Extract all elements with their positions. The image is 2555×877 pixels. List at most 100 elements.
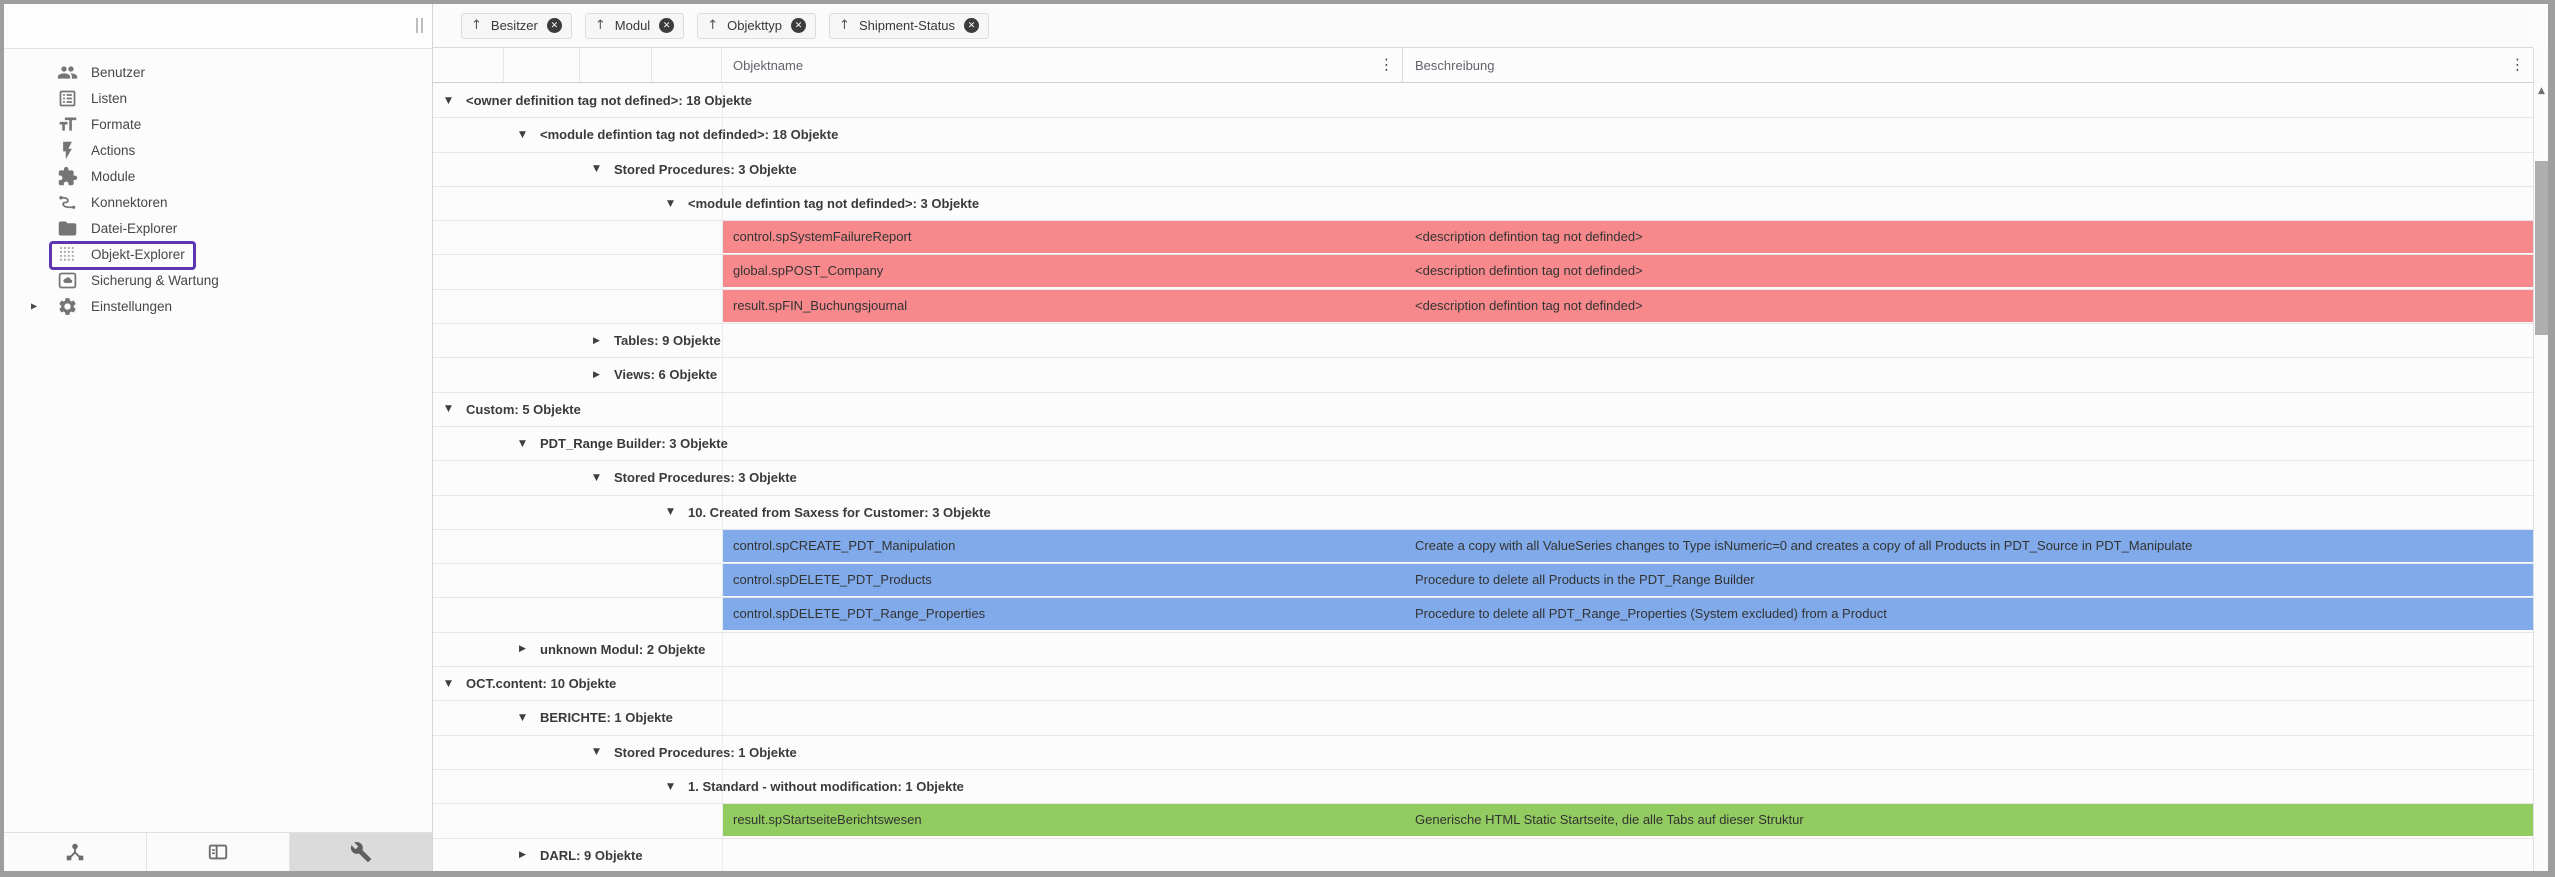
caret-expanded-icon[interactable]: ▼	[667, 199, 674, 209]
row-highlight-band: control.spSystemFailureReport<descriptio…	[723, 221, 2533, 253]
tree-group-row[interactable]: ▼<module defintion tag not definded>: 3 …	[433, 187, 2533, 221]
group-row-label: BERICHTE: 1 Objekte	[540, 701, 673, 734]
object-name-cell: global.spPOST_Company	[733, 255, 883, 287]
sort-ascending-icon: ↑	[595, 19, 606, 32]
tree-leaf-row[interactable]: control.spDELETE_PDT_Range_PropertiesPro…	[433, 598, 2533, 632]
scroll-up-arrow-icon[interactable]: ▲	[2534, 86, 2548, 96]
tree-leaf-row[interactable]: control.spDELETE_PDT_Products Procedure t…	[433, 564, 2533, 598]
caret-expanded-icon[interactable]: ▼	[667, 507, 674, 517]
sidebar-item-actions[interactable]: Actions	[4, 137, 432, 163]
group-row-label: <module defintion tag not definded>: 18 …	[540, 118, 838, 151]
object-description-cell: <description defintion tag not definded>	[1415, 255, 1643, 287]
object-name-cell: control.spDELETE_PDT_Products	[733, 564, 932, 596]
tree-group-row[interactable]: ▼ <module defintion tag not definded>: 18…	[433, 118, 2533, 152]
caret-expanded-icon[interactable]: ▼	[667, 782, 674, 792]
vertical-scrollbar[interactable]: ▲	[2533, 48, 2548, 871]
remove-filter-icon[interactable]: ✕	[547, 18, 562, 33]
group-row-label: Stored Procedures: 1 Objekte	[614, 736, 797, 769]
expand-caret-icon[interactable]: ▶	[31, 302, 37, 311]
group-row-label: PDT_Range Builder: 3 Objekte	[540, 427, 728, 460]
object-name-cell: control.spCREATE_PDT_Manipulation	[733, 530, 955, 562]
sidebar-item-sicherung-wartung[interactable]: Sicherung & Wartung	[4, 267, 432, 293]
group-row-label: OCT.content: 10 Objekte	[466, 667, 616, 700]
sidebar-tab-layout[interactable]	[147, 833, 290, 871]
group-row-label: unknown Modul: 2 Objekte	[540, 633, 705, 666]
sidebar-item-label: Benutzer	[91, 65, 145, 80]
column-menu-icon[interactable]: ⋮	[2510, 58, 2525, 73]
sidebar-item-listen[interactable]: Listen	[4, 85, 432, 111]
column-header-objektname[interactable]: Objektname ⋮	[722, 48, 1403, 82]
sidebar-item-datei-explorer[interactable]: Datei-Explorer	[4, 215, 432, 241]
tree-group-row[interactable]: ▼10. Created from Saxess for Customer: 3…	[433, 496, 2533, 530]
tree-leaf-row[interactable]: control.spSystemFailureReport<descriptio…	[433, 221, 2533, 255]
tree-group-row[interactable]: ▶Tables: 9 Objekte	[433, 324, 2533, 358]
sidebar-item-formate[interactable]: Formate	[4, 111, 432, 137]
filter-chip-bar: ↑Besitzer✕↑Modul✕↑Objekttyp✕↑Shipment-St…	[433, 4, 2533, 48]
tree-group-row[interactable]: ▼ <owner definition tag not defined>: 18 …	[433, 84, 2533, 118]
remove-filter-icon[interactable]: ✕	[964, 18, 979, 33]
sidebar-item-label: Listen	[91, 91, 127, 106]
format-icon	[57, 114, 78, 135]
column-header-label: Beschreibung	[1415, 58, 1495, 73]
object-description-cell: Procedure to delete all Products in the …	[1415, 564, 1755, 596]
sidebar-item-objekt-explorer[interactable]: Objekt-Explorer	[4, 241, 432, 267]
connector-icon	[57, 192, 78, 213]
sidebar-item-label: Sicherung & Wartung	[91, 273, 219, 288]
scrollbar-thumb[interactable]	[2535, 161, 2548, 335]
caret-expanded-icon[interactable]: ▼	[519, 439, 526, 449]
group-row-label: <owner definition tag not defined>: 18 O…	[466, 84, 752, 117]
tree-group-row[interactable]: ▼Stored Procedures: 3 Objekte	[433, 153, 2533, 187]
tree-group-row[interactable]: ▼ 1. Standard - without modification: 1 O…	[433, 770, 2533, 804]
tree-group-row[interactable]: ▼ BERICHTE: 1 Objekte	[433, 701, 2533, 735]
tree-group-row[interactable]: ▼Custom: 5 Objekte	[433, 393, 2533, 427]
tree-group-row[interactable]: ▼ OCT.content: 10 Objekte	[433, 667, 2533, 701]
tree-leaf-row[interactable]: control.spCREATE_PDT_ManipulationCreate …	[433, 530, 2533, 564]
sidebar-item-konnektoren[interactable]: Konnektoren	[4, 189, 432, 215]
panel-resize-handle-icon[interactable]	[416, 18, 423, 33]
filter-chip-shipment-status[interactable]: ↑Shipment-Status✕	[829, 13, 989, 39]
filter-chip-label: Objekttyp	[727, 18, 782, 33]
remove-filter-icon[interactable]: ✕	[791, 18, 806, 33]
filter-chip-modul[interactable]: ↑Modul✕	[585, 13, 684, 39]
sidebar-item-label: Einstellungen	[91, 299, 172, 314]
caret-expanded-icon[interactable]: ▼	[445, 96, 452, 106]
tree-leaf-row[interactable]: result.spFIN_Buchungsjournal<description…	[433, 290, 2533, 324]
caret-expanded-icon[interactable]: ▼	[593, 473, 600, 483]
tree-group-row[interactable]: ▼ Stored Procedures: 1 Objekte	[433, 736, 2533, 770]
sidebar-item-benutzer[interactable]: Benutzer	[4, 59, 432, 85]
caret-expanded-icon[interactable]: ▼	[445, 679, 452, 689]
tree-leaf-row[interactable]: result.spStartseiteBerichtswesenGenerisc…	[433, 804, 2533, 838]
filter-chip-objekttyp[interactable]: ↑Objekttyp✕	[697, 13, 816, 39]
tree-leaf-row[interactable]: global.spPOST_Company <description defint…	[433, 255, 2533, 289]
caret-expanded-icon[interactable]: ▼	[519, 130, 526, 140]
tree-group-row[interactable]: ▶Views: 6 Objekte	[433, 358, 2533, 392]
list-icon	[57, 88, 78, 109]
column-header-beschreibung[interactable]: Beschreibung ⋮	[1403, 48, 2533, 82]
table-header: Objektname ⋮ Beschreibung ⋮	[433, 48, 2533, 83]
group-row-label: DARL: 9 Objekte	[540, 839, 643, 871]
row-highlight-band: global.spPOST_Company <description defint…	[723, 255, 2533, 287]
group-row-label: 1. Standard - without modification: 1 Ob…	[688, 770, 964, 803]
caret-collapsed-icon[interactable]: ▶	[593, 336, 600, 346]
caret-collapsed-icon[interactable]: ▶	[593, 370, 600, 380]
filter-chip-besitzer[interactable]: ↑Besitzer✕	[461, 13, 572, 39]
caret-expanded-icon[interactable]: ▼	[445, 404, 452, 414]
remove-filter-icon[interactable]: ✕	[659, 18, 674, 33]
tree-group-row[interactable]: ▼Stored Procedures: 3 Objekte	[433, 461, 2533, 495]
sidebar-tab-tools[interactable]	[290, 833, 432, 871]
sidebar-item-einstellungen[interactable]: ▶ Einstellungen	[4, 293, 432, 319]
tree-group-row[interactable]: ▶ DARL: 9 Objekte	[433, 839, 2533, 871]
tree-group-row[interactable]: ▼ PDT_Range Builder: 3 Objekte	[433, 427, 2533, 461]
caret-expanded-icon[interactable]: ▼	[593, 164, 600, 174]
sidebar-tab-hierarchy[interactable]	[4, 833, 147, 871]
folder-icon	[57, 218, 78, 239]
sidebar-item-module[interactable]: Module	[4, 163, 432, 189]
caret-collapsed-icon[interactable]: ▶	[519, 850, 526, 860]
row-highlight-band: result.spFIN_Buchungsjournal<description…	[723, 290, 2533, 322]
caret-collapsed-icon[interactable]: ▶	[519, 644, 526, 654]
caret-expanded-icon[interactable]: ▼	[519, 713, 526, 723]
caret-expanded-icon[interactable]: ▼	[593, 747, 600, 757]
column-menu-icon[interactable]: ⋮	[1379, 58, 1394, 73]
grid-dots-icon	[57, 244, 78, 265]
tree-group-row[interactable]: ▶ unknown Modul: 2 Objekte	[433, 633, 2533, 667]
